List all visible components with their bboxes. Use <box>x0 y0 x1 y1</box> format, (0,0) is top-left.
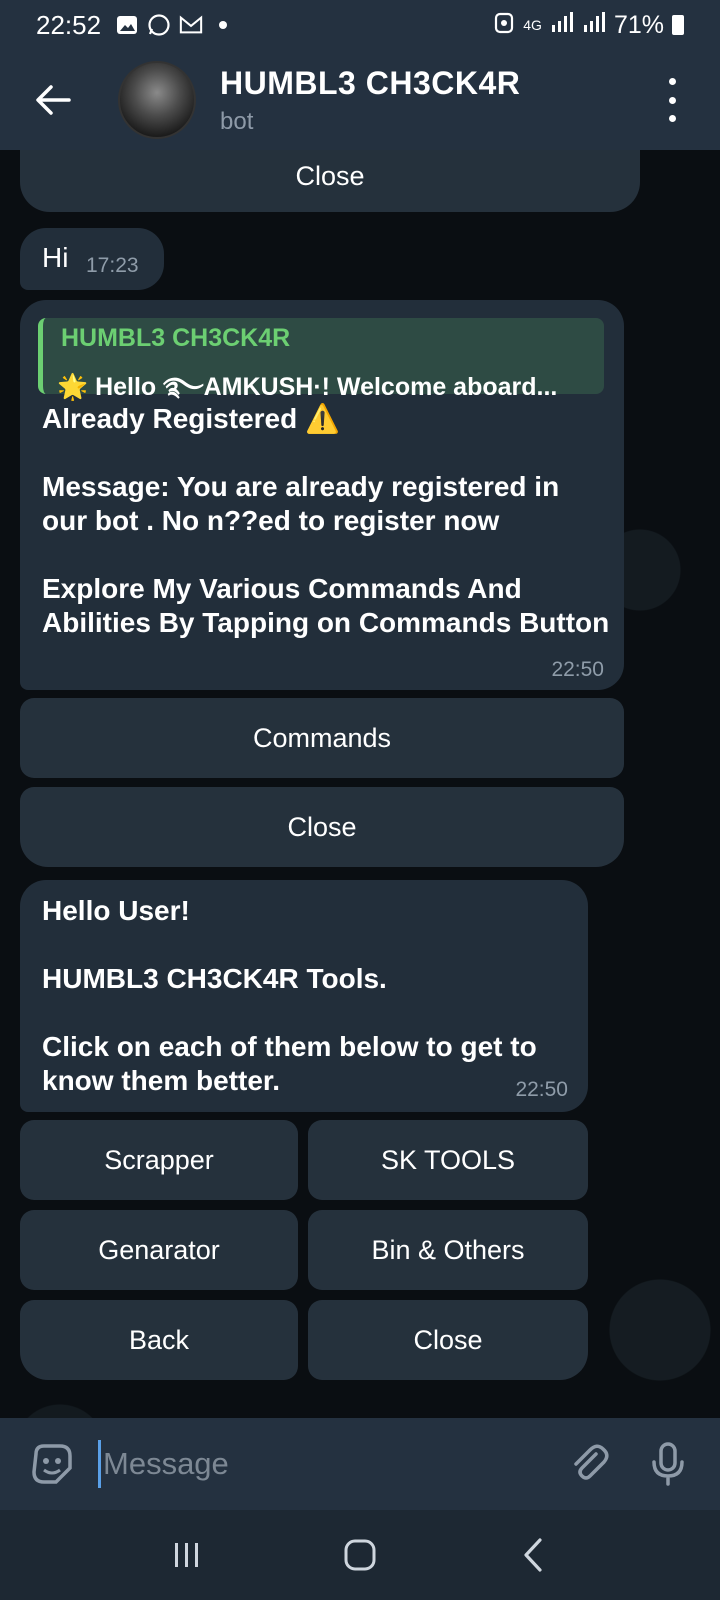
signal-icon-2 <box>582 11 606 40</box>
back-button[interactable]: Back <box>20 1300 298 1380</box>
tools-close-button[interactable]: Close <box>308 1300 588 1380</box>
gallery-icon <box>115 13 139 37</box>
close-button-top[interactable]: Close <box>20 150 640 212</box>
emoji-button[interactable] <box>28 1440 76 1488</box>
back-arrow-icon <box>36 85 71 115</box>
dot <box>668 115 676 122</box>
close-label: Close <box>295 160 365 191</box>
message-time: 22:50 <box>551 658 604 681</box>
back-label: Back <box>128 1324 190 1355</box>
scrapper-button[interactable]: Scrapper <box>20 1120 298 1200</box>
home-icon <box>344 1539 376 1571</box>
battery-icon <box>672 15 684 35</box>
message-input[interactable] <box>98 1440 528 1488</box>
bin-others-button[interactable]: Bin & Others <box>308 1210 588 1290</box>
alarm-icon <box>493 10 515 41</box>
message-time: 22:50 <box>515 1078 568 1101</box>
genarator-button[interactable]: Genarator <box>20 1210 298 1290</box>
commands-button[interactable]: Commands <box>20 698 624 778</box>
microphone-button[interactable] <box>644 1440 692 1488</box>
avatar[interactable] <box>118 61 196 139</box>
back-arrow-button[interactable] <box>18 65 88 135</box>
more-options-button[interactable] <box>654 78 690 122</box>
paperclip-icon <box>574 1444 609 1480</box>
chat-area[interactable]: Close Hi 17:23 HUMBL3 CH3CK4R 🌟 Hello ࿐A… <box>0 150 720 1418</box>
battery-percent: 71% <box>613 10 664 39</box>
reply-quote[interactable]: HUMBL3 CH3CK4R 🌟 Hello ࿐AMKUSH·! Welcome… <box>38 318 604 401</box>
sk-tools-button[interactable]: SK TOOLS <box>308 1120 588 1200</box>
tools-instructions: Click on each of them below to get to kn… <box>42 1031 537 1096</box>
chevron-left-icon <box>524 1538 542 1572</box>
system-nav-bar <box>0 1510 720 1600</box>
message-body: Message: You are already registered in o… <box>42 471 560 536</box>
message-heading: Already Registered ⚠️ <box>42 403 340 434</box>
reply-author: HUMBL3 CH3CK4R <box>61 324 291 352</box>
bin-others-label: Bin & Others <box>371 1234 525 1265</box>
tools-greeting: Hello User! <box>42 895 190 926</box>
scrapper-label: Scrapper <box>104 1144 214 1175</box>
signal-icon <box>550 11 574 40</box>
status-time: 22:52 <box>36 9 102 40</box>
bot-message-registered[interactable]: HUMBL3 CH3CK4R 🌟 Hello ࿐AMKUSH·! Welcome… <box>20 300 624 690</box>
network-type: 4G <box>523 17 542 33</box>
close-button[interactable]: Close <box>20 787 624 867</box>
dot <box>668 96 676 104</box>
recent-apps-button[interactable] <box>157 1525 217 1585</box>
system-back-button[interactable] <box>503 1525 563 1585</box>
dot-icon <box>211 13 235 37</box>
microphone-icon <box>652 1442 684 1486</box>
status-right: 4G 71% <box>493 10 684 41</box>
commands-label: Commands <box>252 722 392 753</box>
dot <box>668 78 676 85</box>
outgoing-message-hi[interactable]: Hi 17:23 <box>20 228 164 290</box>
sk-tools-label: SK TOOLS <box>380 1144 516 1175</box>
close-label: Close <box>287 811 357 842</box>
attach-button[interactable] <box>566 1440 614 1488</box>
mail-icon <box>179 13 203 37</box>
genarator-label: Genarator <box>98 1234 220 1265</box>
chat-subtitle: bot <box>220 107 254 135</box>
tools-title: HUMBL3 CH3CK4R Tools. <box>42 963 387 994</box>
bot-message-tools[interactable]: Hello User! HUMBL3 CH3CK4R Tools. Click … <box>20 880 588 1112</box>
status-bar: 22:52 4G 71% <box>0 0 720 50</box>
message-text: Hi <box>42 242 69 273</box>
message-footer: Explore My Various Commands And Abilitie… <box>42 573 610 638</box>
sticker-icon <box>32 1444 72 1484</box>
recents-icon <box>174 1543 198 1567</box>
home-button[interactable] <box>330 1525 390 1585</box>
message-time: 17:23 <box>86 254 139 277</box>
tools-close-label: Close <box>413 1324 483 1355</box>
chat-header: HUMBL3 CH3CK4R bot <box>0 50 720 150</box>
message-input-bar <box>0 1418 720 1510</box>
chat-title: HUMBL3 CH3CK4R <box>220 64 521 101</box>
whatsapp-icon <box>147 13 171 37</box>
chat-title-block[interactable]: HUMBL3 CH3CK4R bot <box>220 65 520 136</box>
